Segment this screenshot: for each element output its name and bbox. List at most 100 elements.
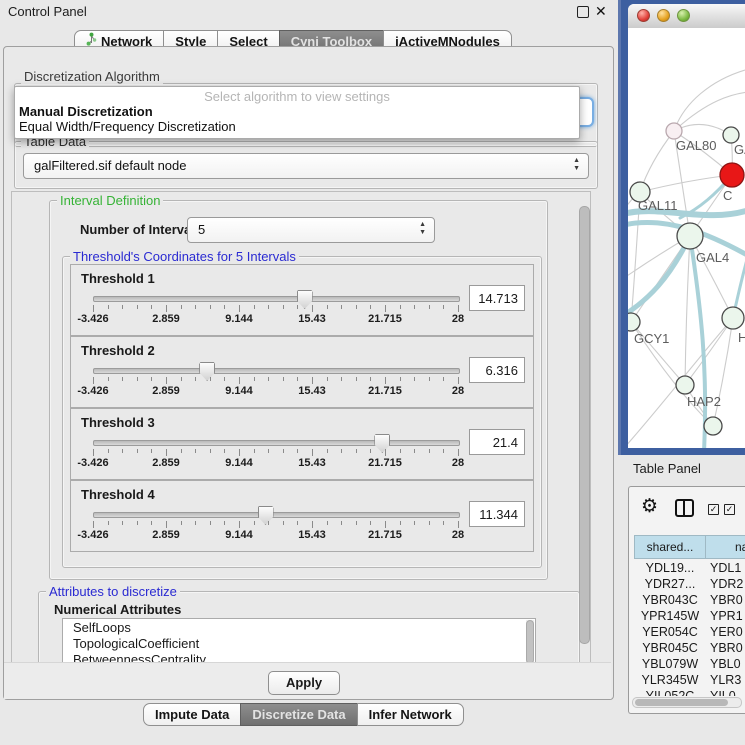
table-data-combobox[interactable]: galFiltered.sif default node ▲▼	[23, 153, 589, 179]
apply-button[interactable]: Apply	[268, 671, 340, 695]
slider-tick	[458, 377, 459, 384]
slider-track[interactable]	[93, 512, 460, 518]
scrollbar-thumb[interactable]	[635, 699, 728, 706]
tab-discretize-data[interactable]: Discretize Data	[240, 703, 357, 726]
slider-thumb[interactable]	[374, 434, 390, 453]
slider-tick	[443, 521, 444, 525]
list-item[interactable]: TopologicalCoefficient	[63, 635, 535, 651]
threshold-value-field[interactable]: 14.713	[469, 285, 525, 311]
column-header-name[interactable]: na	[705, 535, 745, 559]
slider-tick	[268, 305, 269, 309]
threshold-label: Threshold 4	[81, 487, 155, 502]
threshold-panel: Threshold 1-3.4262.8599.14415.4321.71528…	[70, 264, 534, 336]
threshold-value-field[interactable]: 6.316	[469, 357, 525, 383]
slider-tick	[400, 305, 401, 309]
threshold-value-field[interactable]: 11.344	[469, 501, 525, 527]
network-node[interactable]	[628, 313, 640, 331]
dropdown-item-equal-width-frequency[interactable]: Equal Width/Frequency Discretization	[19, 119, 236, 134]
table-row[interactable]: YER054CYER0	[634, 624, 745, 640]
slider-track[interactable]	[93, 440, 460, 446]
numerical-attributes-list[interactable]: SelfLoopsTopologicalCoefficientBetweenne…	[62, 618, 536, 665]
table-row[interactable]: YBR043CYBR0	[634, 592, 745, 608]
slider-tick-label: -3.426	[71, 529, 115, 541]
table-row[interactable]: YLR345WYLR3	[634, 672, 745, 688]
slider-tick-label: 9.144	[217, 385, 261, 397]
network-node[interactable]	[666, 123, 682, 139]
cell-name: YPR1	[710, 608, 745, 624]
slider-tick	[283, 305, 284, 309]
network-node[interactable]	[720, 163, 744, 187]
slider-tick-label: 28	[436, 457, 480, 469]
float-window-icon[interactable]	[577, 6, 589, 18]
slider-tick	[93, 305, 94, 312]
slider-tick-label: 28	[436, 529, 480, 541]
cell-shared-name: YDL19...	[634, 560, 706, 576]
slider-thumb[interactable]	[258, 506, 274, 525]
gear-icon[interactable]: ⚙	[641, 495, 658, 518]
cell-shared-name: YBR043C	[634, 592, 706, 608]
network-node-label: H	[738, 330, 745, 345]
zoom-traffic-light-icon[interactable]	[677, 9, 690, 22]
slider-tick	[370, 521, 371, 525]
checkbox-icon[interactable]: ✓	[708, 504, 719, 515]
cell-name: YER0	[710, 624, 745, 640]
table-row[interactable]: YIL052CYIL0	[634, 688, 745, 696]
close-traffic-light-icon[interactable]	[637, 9, 650, 22]
slider-tick-label: 2.859	[144, 313, 188, 325]
cell-shared-name: YIL052C	[634, 688, 706, 696]
bottom-tab-bar: Impute Data Discretize Data Infer Networ…	[143, 703, 464, 726]
network-node[interactable]	[722, 307, 744, 329]
network-node[interactable]	[723, 127, 739, 143]
table-row[interactable]: YPR145WYPR1	[634, 608, 745, 624]
tab-infer-network[interactable]: Infer Network	[357, 703, 464, 726]
network-canvas[interactable]: GAL80GACGAL11GAL4GCY1HHAP2	[628, 28, 745, 448]
tab-impute-data[interactable]: Impute Data	[143, 703, 241, 726]
network-node[interactable]	[704, 417, 722, 435]
slider-tick-label: 21.715	[363, 313, 407, 325]
slider-thumb[interactable]	[297, 290, 313, 309]
number-of-intervals-spinner[interactable]: 5 ▲▼	[187, 217, 435, 243]
slider-tick	[210, 521, 211, 525]
slider-tick	[443, 305, 444, 309]
slider-tick-label: 2.859	[144, 385, 188, 397]
split-columns-icon[interactable]	[675, 499, 694, 517]
network-node[interactable]	[676, 376, 694, 394]
slider-track[interactable]	[93, 368, 460, 374]
dropdown-prompt-item[interactable]: Select algorithm to view settings	[15, 89, 579, 104]
slider-tick	[122, 449, 123, 453]
table-row[interactable]: YBL079WYBL0	[634, 656, 745, 672]
table-rows-host: YDL19...YDL1YDR27...YDR2YBR043CYBR0YPR14…	[634, 560, 745, 696]
slider-tick-label: -3.426	[71, 457, 115, 469]
threshold-value-field[interactable]: 21.4	[469, 429, 525, 455]
slider-tick	[137, 449, 138, 453]
slider-track[interactable]	[93, 296, 460, 302]
table-panel: ⚙ ✓ ✓ shared... na YDL19...YDL1YDR27...Y…	[628, 486, 745, 714]
close-icon[interactable]: ✕	[595, 1, 607, 21]
attributes-list-scrollbar[interactable]	[526, 620, 534, 664]
network-window-titlebar[interactable]	[628, 4, 745, 29]
slider-tick-label: 2.859	[144, 457, 188, 469]
settings-vertical-scrollbar[interactable]	[579, 194, 589, 662]
slider-tick	[385, 449, 386, 456]
checkbox-icon[interactable]: ✓	[724, 504, 735, 515]
table-panel-title: Table Panel	[633, 461, 701, 476]
column-header-shared-name[interactable]: shared...	[634, 535, 706, 559]
table-horizontal-scrollbar[interactable]	[632, 697, 742, 708]
dropdown-item-manual-discretization[interactable]: Manual Discretization	[19, 104, 153, 119]
list-item[interactable]: SelfLoops	[63, 619, 535, 635]
table-row[interactable]: YDR27...YDR2	[634, 576, 745, 592]
slider-tick	[327, 521, 328, 525]
table-row[interactable]: YBR045CYBR0	[634, 640, 745, 656]
threshold-label: Threshold 3	[81, 415, 155, 430]
scrollbar-thumb[interactable]	[579, 206, 590, 644]
slider-tick	[151, 305, 152, 309]
slider-tick	[414, 449, 415, 453]
slider-tick-label: 9.144	[217, 457, 261, 469]
slider-tick	[122, 521, 123, 525]
network-node[interactable]	[677, 223, 703, 249]
table-row[interactable]: YDL19...YDL1	[634, 560, 745, 576]
slider-thumb[interactable]	[199, 362, 215, 381]
minimize-traffic-light-icon[interactable]	[657, 9, 670, 22]
slider-tick	[458, 521, 459, 528]
thresholds-coordinates-label: Threshold's Coordinates for 5 Intervals	[70, 249, 299, 264]
